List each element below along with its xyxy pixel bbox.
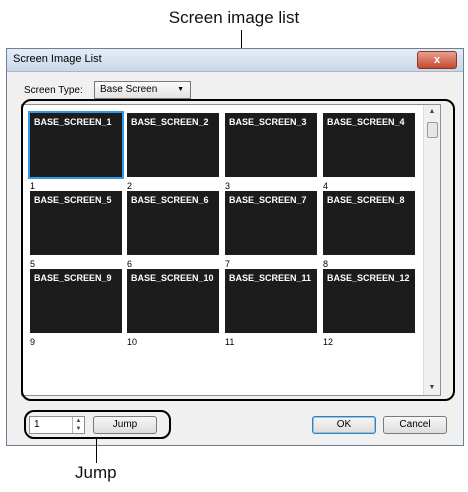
close-button[interactable]: x [417,51,457,69]
screen-type-select[interactable]: Base Screen ▼ [94,81,191,99]
jump-highlight-outline [24,410,171,439]
screen-type-value: Base Screen [100,84,158,95]
dialog-title: Screen Image List [13,53,102,65]
screen-type-label: Screen Type: [24,85,83,96]
screen-image-list-callout: Screen image list [168,8,300,27]
chevron-down-icon: ▼ [177,86,184,93]
title-bar: Screen Image List x [7,49,463,72]
ok-button[interactable]: OK [312,416,376,434]
jump-callout: Jump [75,463,117,482]
list-highlight-outline [21,99,455,401]
close-icon: x [433,54,441,66]
callout-leader-bottom [96,438,97,463]
cancel-button[interactable]: Cancel [383,416,447,434]
screen-image-list-dialog: Screen Image List x Screen Type: Base Sc… [6,48,464,446]
